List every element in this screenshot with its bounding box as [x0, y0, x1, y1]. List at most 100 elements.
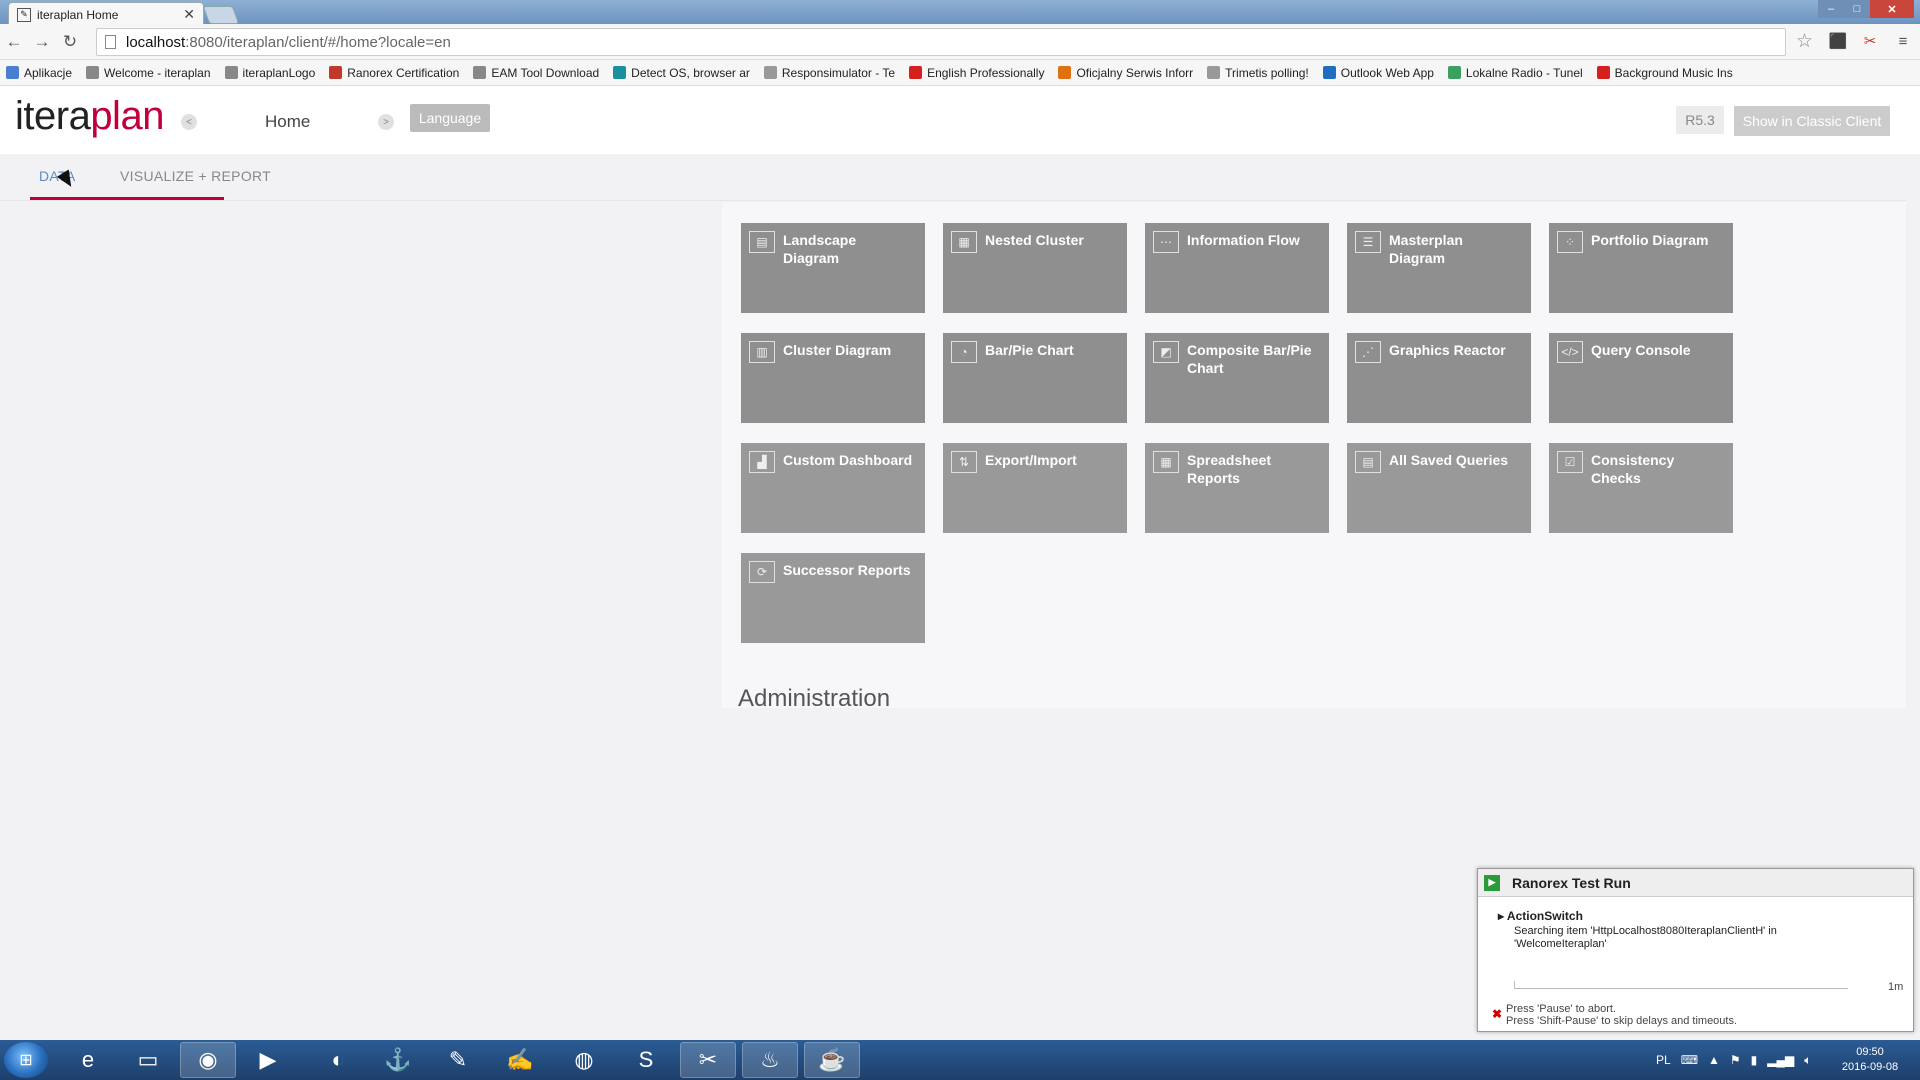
tile-information-flow[interactable]: ⋯ Information Flow: [1145, 223, 1329, 313]
back-arrow-icon[interactable]: ←: [0, 28, 28, 56]
notepad-icon[interactable]: ✎: [430, 1042, 486, 1078]
tile-nested-cluster[interactable]: ▦ Nested Cluster: [943, 223, 1127, 313]
java-icon[interactable]: ☕: [804, 1042, 860, 1078]
internet-explorer-icon[interactable]: e: [60, 1042, 116, 1078]
translate-extension-icon[interactable]: ⬛: [1827, 30, 1849, 52]
tile-graphics-reactor[interactable]: ⋰ Graphics Reactor: [1347, 333, 1531, 423]
forward-arrow-icon[interactable]: →: [28, 28, 56, 56]
graphics-reactor-icon: ⋰: [1355, 341, 1381, 363]
bookmark-label: Responsimulator - Te: [781, 65, 896, 80]
bookmark-item[interactable]: Oficjalny Serwis Inforr: [1058, 66, 1193, 80]
minimize-button[interactable]: ‒: [1818, 0, 1844, 18]
chrome-icon[interactable]: ◉: [180, 1042, 236, 1078]
tile-all-saved-queries[interactable]: ▤ All Saved Queries: [1347, 443, 1531, 533]
bookmark-item[interactable]: Trimetis polling!: [1207, 66, 1309, 80]
ranorex-title: Ranorex Test Run: [1512, 874, 1631, 891]
volume-icon[interactable]: 🔈︎: [1804, 1053, 1811, 1068]
address-bar[interactable]: localhost:8080/iteraplan/client/#/home?l…: [96, 28, 1786, 56]
bookmark-icon: [909, 66, 923, 79]
bookmark-item[interactable]: Welcome - iteraplan: [86, 66, 211, 80]
tile-bar-pie-chart[interactable]: ◔ Bar/Pie Chart: [943, 333, 1127, 423]
bookmark-icon: [763, 66, 777, 79]
bookmark-item[interactable]: Detect OS, browser ar: [613, 66, 750, 80]
keyboard-icon[interactable]: ⌨: [1681, 1053, 1698, 1067]
language-indicator[interactable]: PL: [1656, 1053, 1671, 1067]
firefox-icon[interactable]: ◍: [556, 1042, 612, 1078]
bookmark-icon: [613, 66, 627, 79]
bookmark-label: Oficjalny Serwis Inforr: [1076, 65, 1194, 80]
system-clock[interactable]: 09:50 2016-09-08: [1830, 1045, 1910, 1075]
bookmark-item[interactable]: Aplikacje: [6, 66, 72, 80]
iteraplan-logo[interactable]: iteraplan: [15, 94, 164, 139]
tile-query-console[interactable]: </> Query Console: [1549, 333, 1733, 423]
tile-spreadsheet-reports[interactable]: ▦ Spreadsheet Reports: [1145, 443, 1329, 533]
acrobat-icon[interactable]: ♨: [742, 1042, 798, 1078]
bookmark-label: Aplikacje: [24, 65, 73, 80]
saved-queries-icon: ▤: [1355, 451, 1381, 473]
maximize-button[interactable]: □: [1844, 0, 1870, 18]
tile-cluster-diagram[interactable]: ▥ Cluster Diagram: [741, 333, 925, 423]
flag-icon[interactable]: ⚑: [1730, 1053, 1741, 1067]
chevron-left-icon[interactable]: <: [181, 114, 197, 130]
browser-tab[interactable]: ✎ iteraplan Home ✕: [8, 2, 204, 26]
ranorex-action[interactable]: ▸ ActionSwitch: [1498, 909, 1583, 923]
menu-icon[interactable]: ≡: [1892, 30, 1914, 52]
window-close-button[interactable]: ✕: [1870, 0, 1914, 18]
tile-consistency-checks[interactable]: ☑ Consistency Checks: [1549, 443, 1733, 533]
media-player-icon[interactable]: ▶: [240, 1042, 296, 1078]
portfolio-icon: ⁘: [1557, 231, 1583, 253]
eclipse-icon[interactable]: ◐: [310, 1042, 366, 1078]
reload-icon[interactable]: ↻: [56, 28, 84, 56]
ranorex-action-label: ActionSwitch: [1506, 909, 1583, 923]
cluster-icon: ▥: [749, 341, 775, 363]
page-icon: [105, 35, 116, 49]
bookmark-item[interactable]: Lokalne Radio - Tunel: [1447, 66, 1583, 80]
nested-cluster-icon: ▦: [951, 231, 977, 253]
bookmark-item[interactable]: English Professionally: [909, 66, 1044, 80]
chevron-right-icon[interactable]: >: [378, 114, 394, 130]
bookmark-icon: [1207, 66, 1221, 79]
network-icon[interactable]: ▂▄▆: [1767, 1053, 1794, 1067]
tile-portfolio-diagram[interactable]: ⁘ Portfolio Diagram: [1549, 223, 1733, 313]
tile-landscape-diagram[interactable]: ▤ Landscape Diagram: [741, 223, 925, 313]
tile-successor-reports[interactable]: ⟳ Successor Reports: [741, 553, 925, 643]
tile-custom-dashboard[interactable]: ▟ Custom Dashboard: [741, 443, 925, 533]
bookmark-item[interactable]: Outlook Web App: [1322, 65, 1434, 80]
url-host: localhost: [126, 33, 186, 51]
tile-masterplan-diagram[interactable]: ☰ Masterplan Diagram: [1347, 223, 1531, 313]
ranorex-header: ▶ Ranorex Test Run: [1478, 869, 1913, 897]
file-explorer-icon[interactable]: ▭: [120, 1042, 176, 1078]
tab-visualize-report[interactable]: VISUALIZE + REPORT: [120, 168, 271, 184]
ranorex-extension-icon[interactable]: ✂: [1859, 30, 1881, 52]
bookmark-icon: [329, 66, 343, 79]
bookmark-item[interactable]: Ranorex Certification: [329, 66, 459, 80]
bookmark-icon: [224, 66, 238, 79]
new-tab-button[interactable]: [202, 6, 240, 24]
tile-export-import[interactable]: ⇅ Export/Import: [943, 443, 1127, 533]
skype-icon[interactable]: S: [618, 1042, 674, 1078]
bookmark-item[interactable]: Responsimulator - Te: [763, 65, 896, 80]
tile-label: Graphics Reactor: [1389, 342, 1506, 358]
tile-label: Nested Cluster: [985, 232, 1084, 248]
notepad-plus-icon[interactable]: ✍: [492, 1042, 548, 1078]
tile-label: Masterplan Diagram: [1389, 232, 1463, 266]
close-tab-icon[interactable]: ✕: [183, 6, 195, 23]
bookmark-star-icon[interactable]: ☆: [1796, 30, 1813, 53]
landscape-icon: ▤: [749, 231, 775, 253]
tile-composite-bar-pie-chart[interactable]: ◩ Composite Bar/Pie Chart: [1145, 333, 1329, 423]
breadcrumb-home[interactable]: Home: [265, 112, 310, 132]
bookmark-item[interactable]: Background Music Ins: [1596, 66, 1733, 80]
tile-label: Export/Import: [985, 452, 1077, 468]
show-classic-client-button[interactable]: Show in Classic Client: [1734, 106, 1890, 136]
ranorex-taskbar-icon[interactable]: ✂: [680, 1042, 736, 1078]
tray-expand-icon[interactable]: ▲: [1708, 1053, 1720, 1067]
bookmark-label: Outlook Web App: [1340, 65, 1434, 80]
bookmark-item[interactable]: EAM Tool Download: [473, 66, 599, 80]
database-tool-icon[interactable]: ⚓: [370, 1042, 426, 1078]
start-button[interactable]: ⊞: [4, 1042, 48, 1078]
bookmark-item[interactable]: iteraplanLogo: [224, 66, 315, 80]
bookmark-label: Ranorex Certification: [347, 65, 460, 80]
battery-icon[interactable]: ▮: [1751, 1053, 1758, 1067]
language-button[interactable]: Language: [410, 104, 490, 132]
masterplan-icon: ☰: [1355, 231, 1381, 253]
